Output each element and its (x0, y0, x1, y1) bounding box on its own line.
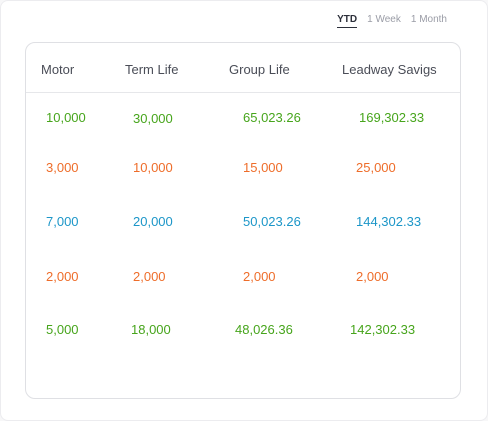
cell-term-life: 30,000 (133, 111, 173, 126)
cell-term-life: 2,000 (133, 269, 166, 284)
cell-motor: 3,000 (46, 160, 79, 175)
cell-leadway-savings: 144,302.33 (356, 214, 422, 229)
cell-group-life: 50,023.26 (243, 214, 301, 229)
cell-motor: 5,000 (46, 322, 79, 337)
cell-group-life: 48,026.36 (235, 322, 293, 337)
cell-motor: 10,000 (46, 110, 86, 125)
policy-table: Motor Term Life Group Life Leadway Savig… (25, 42, 461, 399)
cell-term-life: 10,000 (133, 160, 173, 175)
header-leadway-savings: Leadway Savigs (342, 62, 437, 77)
cell-leadway-savings: 25,000 (356, 160, 396, 175)
cell-group-life: 2,000 (243, 269, 276, 284)
summary-card: YTD 1 Week 1 Month Motor Term Life Group… (0, 0, 488, 421)
tab-1-month[interactable]: 1 Month (411, 14, 447, 28)
header-motor: Motor (41, 62, 75, 77)
cell-group-life: 15,000 (243, 160, 283, 175)
header-term-life: Term Life (125, 62, 179, 77)
cell-leadway-savings: 169,302.33 (359, 110, 425, 125)
cell-motor: 7,000 (46, 214, 79, 229)
cell-group-life: 65,023.26 (243, 110, 301, 125)
cell-leadway-savings: 142,302.33 (350, 322, 416, 337)
cell-leadway-savings: 2,000 (356, 269, 389, 284)
table-header: Motor Term Life Group Life Leadway Savig… (26, 43, 460, 93)
cell-term-life: 18,000 (131, 322, 171, 337)
cell-term-life: 20,000 (133, 214, 173, 229)
cell-motor: 2,000 (46, 269, 79, 284)
header-group-life: Group Life (229, 62, 290, 77)
tab-1-week[interactable]: 1 Week (367, 14, 401, 28)
period-tabs: YTD 1 Week 1 Month (337, 14, 447, 28)
tab-ytd[interactable]: YTD (337, 14, 358, 28)
